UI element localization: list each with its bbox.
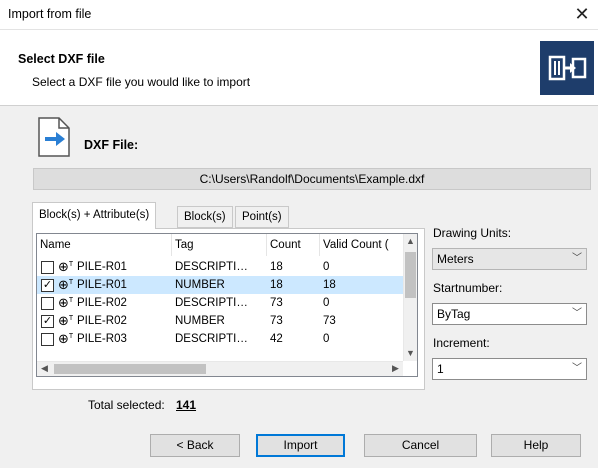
cell-valid-count: 0 (323, 297, 330, 309)
tab-blocks-attributes[interactable]: Block(s) + Attribute(s) (32, 202, 157, 229)
scroll-up-icon[interactable]: ▲ (403, 234, 417, 249)
cell-name: PILE-R01 (77, 261, 127, 273)
horizontal-scroll-thumb[interactable] (54, 364, 206, 374)
column-header-name[interactable]: Name (37, 234, 172, 256)
cell-valid-count: 73 (323, 315, 336, 327)
drawing-units-value: Meters (437, 252, 474, 266)
tab-blocks[interactable]: Block(s) (177, 206, 233, 228)
file-import-icon (37, 117, 71, 157)
increment-value: 1 (437, 362, 444, 376)
row-checkbox[interactable]: ✓ (41, 315, 54, 328)
startnumber-value: ByTag (437, 307, 471, 321)
vertical-scroll-thumb[interactable] (405, 252, 416, 298)
header-title: Select DXF file (18, 52, 105, 66)
cell-valid-count: 0 (323, 333, 330, 345)
cell-tag: DESCRIPTI… (175, 333, 248, 345)
wizard-header (0, 31, 598, 103)
total-selected-label: Total selected: (88, 398, 165, 412)
increment-select[interactable]: 1 ﹀ (432, 358, 587, 380)
header-subtitle: Select a DXF file you would like to impo… (32, 75, 251, 89)
row-checkbox[interactable]: ✓ (41, 279, 54, 292)
cell-tag: NUMBER (175, 279, 225, 291)
table-row[interactable]: ⊕T PILE-R02 DESCRIPTI… 73 0 (37, 294, 403, 312)
table-row[interactable]: ⊕T PILE-R01 DESCRIPTI… 18 0 (37, 258, 403, 276)
cell-tag: DESCRIPTI… (175, 261, 248, 273)
block-attribute-icon: ⊕T (58, 259, 74, 274)
block-attribute-icon: ⊕T (58, 331, 74, 346)
startnumber-label: Startnumber: (433, 281, 503, 295)
chevron-down-icon: ﹀ (572, 253, 582, 264)
cell-count: 73 (270, 315, 283, 327)
cell-valid-count: 0 (323, 261, 330, 273)
block-attribute-icon: ⊕T (58, 313, 74, 328)
cell-count: 42 (270, 333, 283, 345)
table-row[interactable]: ✓ ⊕T PILE-R02 NUMBER 73 73 (37, 312, 403, 330)
block-attribute-list[interactable]: Name Tag Count Valid Count ( ⊕T PILE-R01 D… (36, 233, 418, 377)
column-header-valid-count[interactable]: Valid Count ( (320, 234, 403, 256)
window-title: Import from file (8, 7, 92, 21)
table-row[interactable]: ⊕T PILE-R03 DESCRIPTI… 42 0 (37, 330, 403, 348)
total-selected-value: 141 (176, 398, 197, 412)
row-checkbox[interactable] (41, 333, 54, 346)
cell-tag: NUMBER (175, 315, 225, 327)
row-checkbox[interactable] (41, 261, 54, 274)
cell-valid-count: 18 (323, 279, 336, 291)
tab-points[interactable]: Point(s) (235, 206, 289, 228)
cell-name: PILE-R03 (77, 333, 127, 345)
cell-count: 18 (270, 279, 283, 291)
close-icon[interactable]: ✕ (570, 3, 594, 27)
file-path-field[interactable]: C:\Users\Randolf\Documents\Example.dxf (33, 168, 591, 190)
drawing-units-select[interactable]: Meters ﹀ (432, 248, 587, 270)
column-header-count[interactable]: Count (267, 234, 320, 256)
scroll-left-icon[interactable]: ◀ (37, 361, 52, 376)
cell-count: 73 (270, 297, 283, 309)
dxf-file-label: DXF File: (84, 138, 139, 152)
cell-name: PILE-R02 (77, 297, 127, 309)
block-attribute-icon: ⊕T (58, 277, 74, 292)
back-button[interactable]: < Back (150, 434, 240, 457)
scroll-down-icon[interactable]: ▼ (403, 346, 417, 361)
startnumber-select[interactable]: ByTag ﹀ (432, 303, 587, 325)
cell-tag: DESCRIPTI… (175, 297, 248, 309)
import-logo-icon (540, 41, 594, 95)
help-button[interactable]: Help (491, 434, 581, 457)
chevron-down-icon: ﹀ (572, 363, 582, 374)
chevron-down-icon: ﹀ (572, 308, 582, 319)
cancel-button[interactable]: Cancel (364, 434, 477, 457)
increment-label: Increment: (433, 336, 490, 350)
cell-name: PILE-R02 (77, 315, 127, 327)
table-row[interactable]: ✓ ⊕T PILE-R01 NUMBER 18 18 (37, 276, 403, 294)
column-header-tag[interactable]: Tag (172, 234, 267, 256)
row-checkbox[interactable] (41, 297, 54, 310)
block-attribute-icon: ⊕T (58, 295, 74, 310)
import-button[interactable]: Import (256, 434, 345, 457)
cell-count: 18 (270, 261, 283, 273)
scroll-right-icon[interactable]: ▶ (388, 361, 403, 376)
drawing-units-label: Drawing Units: (433, 226, 512, 240)
cell-name: PILE-R01 (77, 279, 127, 291)
